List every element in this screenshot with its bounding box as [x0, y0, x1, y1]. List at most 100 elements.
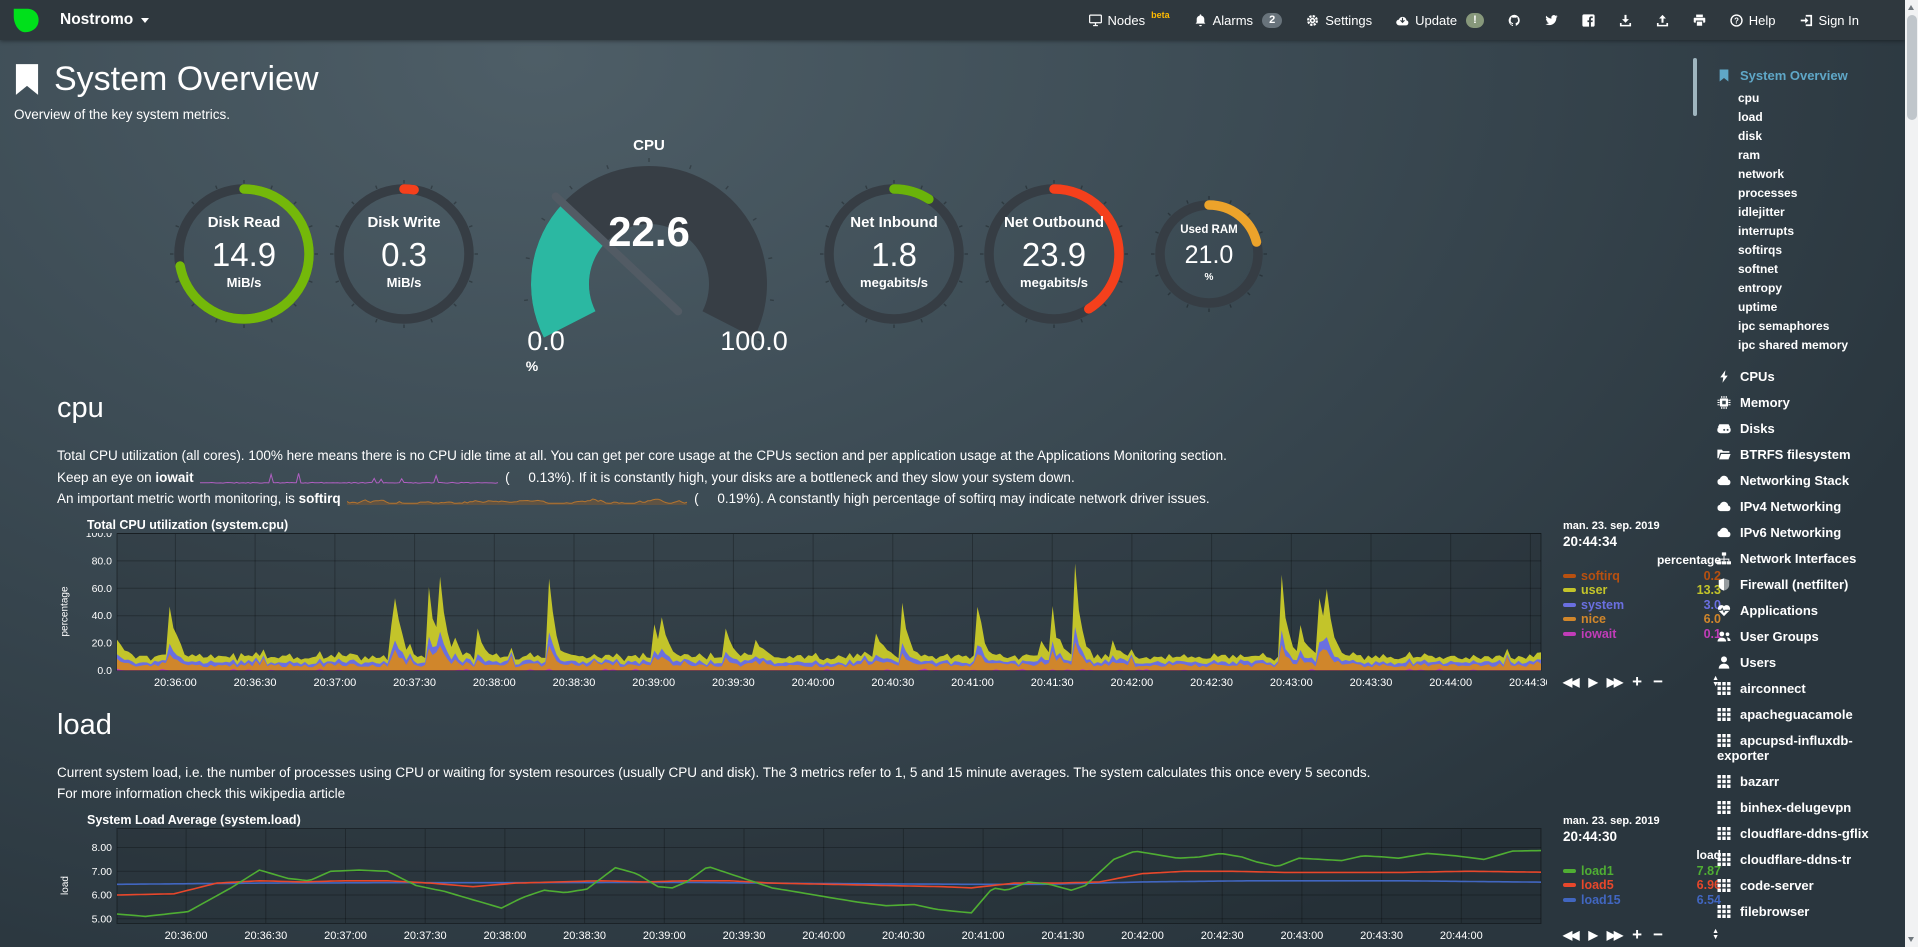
- navbar-item-twitter[interactable]: [1545, 14, 1558, 27]
- scrollbar-thumb[interactable]: [1907, 15, 1917, 120]
- scrollbar-up-arrow-icon[interactable]: [1908, 5, 1914, 10]
- svg-text:20:42:30: 20:42:30: [1190, 677, 1233, 689]
- sidebar-subitem-cpu[interactable]: cpu: [1693, 88, 1905, 107]
- load-chart-plot-area[interactable]: 20:36:0020:36:3020:37:0020:37:3020:38:00…: [73, 828, 1547, 944]
- gauge-used-ram[interactable]: Used RAM 21.0 %: [1134, 195, 1284, 313]
- cloud-icon: [1717, 473, 1731, 488]
- sidebar-subitem-network[interactable]: network: [1693, 164, 1905, 183]
- zoom-in-button[interactable]: +: [1632, 676, 1642, 688]
- sidebar-item-firewall-netfilter[interactable]: Firewall (netfilter): [1693, 571, 1905, 597]
- hostname-dropdown[interactable]: Nostromo: [60, 11, 149, 29]
- sidebar-item-system-overview[interactable]: System Overview: [1693, 62, 1905, 88]
- sidebar-subitem-softirqs[interactable]: softirqs: [1693, 240, 1905, 259]
- svg-text:100.0: 100.0: [720, 326, 788, 356]
- sidebar-item-ipv6-networking[interactable]: IPv6 Networking: [1693, 519, 1905, 545]
- sidebar-subitem-processes[interactable]: processes: [1693, 183, 1905, 202]
- sidebar-item-label: IPv6 Networking: [1740, 525, 1841, 540]
- svg-text:MiB/s: MiB/s: [387, 275, 422, 290]
- sidebar-item-filebrowser[interactable]: filebrowser: [1693, 898, 1905, 924]
- pan-backward-button[interactable]: ◀◀: [1563, 928, 1577, 942]
- sidebar-item-label: Firewall (netfilter): [1740, 577, 1848, 592]
- pan-backward-button[interactable]: ◀◀: [1563, 675, 1577, 689]
- sidebar-item-bazarr[interactable]: bazarr: [1693, 768, 1905, 794]
- page-scrollbar[interactable]: [1905, 0, 1918, 947]
- navbar-item-import-snapshot[interactable]: [1656, 14, 1669, 27]
- sidebar-item-network-interfaces[interactable]: Network Interfaces: [1693, 545, 1905, 571]
- sidebar-item-networking-stack[interactable]: Networking Stack: [1693, 467, 1905, 493]
- play-button[interactable]: ▶: [1588, 928, 1595, 942]
- navbar-item-sign-in[interactable]: Sign In: [1800, 13, 1859, 28]
- gauge-disk-write[interactable]: Disk Write 0.3 MiB/s: [324, 179, 484, 329]
- sidebar-item-airconnect[interactable]: airconnect: [1693, 675, 1905, 701]
- gauge-net-outbound[interactable]: Net Outbound 23.9 megabits/s: [974, 179, 1134, 329]
- grid-icon: [1717, 852, 1731, 867]
- navbar-item-help[interactable]: ?Help: [1730, 13, 1776, 28]
- svg-text:20:36:30: 20:36:30: [244, 930, 287, 942]
- svg-text:20:44:00: 20:44:00: [1429, 677, 1472, 689]
- page-title: System Overview: [14, 60, 1692, 99]
- gauge-disk-read[interactable]: Disk Read 14.9 MiB/s: [164, 179, 324, 329]
- sidebar-item-code-server[interactable]: code-server: [1693, 872, 1905, 898]
- sidebar-item-users[interactable]: Users: [1693, 649, 1905, 675]
- gauge-net-inbound[interactable]: Net Inbound 1.8 megabits/s: [814, 179, 974, 329]
- sidebar-subitem-disk[interactable]: disk: [1693, 126, 1905, 145]
- svg-text:%: %: [1205, 272, 1214, 283]
- sidebar-item-applications[interactable]: Applications: [1693, 597, 1905, 623]
- sidebar-item-label: apacheguacamole: [1740, 707, 1853, 722]
- sidebar-item-disks[interactable]: Disks: [1693, 415, 1905, 441]
- wikipedia-article-link[interactable]: wikipedia article: [250, 786, 345, 801]
- sidebar-subitem-ipc-shared-memory[interactable]: ipc shared memory: [1693, 335, 1905, 354]
- sidebar-item-btrfs-filesystem[interactable]: BTRFS filesystem: [1693, 441, 1905, 467]
- sidebar-item-memory[interactable]: Memory: [1693, 389, 1905, 415]
- sidebar-item-apcupsd-influxdb-exporter[interactable]: apcupsd-influxdb-exporter: [1693, 727, 1905, 768]
- zoom-out-button[interactable]: −: [1653, 676, 1663, 688]
- sidebar-subitem-idlejitter[interactable]: idlejitter: [1693, 202, 1905, 221]
- navbar-item-print[interactable]: [1693, 14, 1706, 27]
- navbar-item-alarms[interactable]: Alarms2: [1194, 13, 1283, 28]
- sidebar-item-cloudflare-ddns-tr[interactable]: cloudflare-ddns-tr: [1693, 846, 1905, 872]
- svg-text:20:41:30: 20:41:30: [1041, 930, 1084, 942]
- scrollbar-down-arrow-icon[interactable]: [1908, 937, 1914, 942]
- navbar-item-facebook[interactable]: [1582, 14, 1595, 27]
- gauge-cpu[interactable]: CPU 22.6 0.0 100.0 %: [484, 134, 814, 374]
- navbar-menu: Nodesbeta Alarms2 Settings Update! ?Help Sign…: [1089, 13, 1859, 28]
- legend-swatch-load1: [1563, 869, 1576, 873]
- pan-forward-button[interactable]: ▶▶: [1607, 675, 1621, 689]
- sidebar-item-apacheguacamole[interactable]: apacheguacamole: [1693, 701, 1905, 727]
- sidebar-item-user-groups[interactable]: User Groups: [1693, 623, 1905, 649]
- svg-text:Net Inbound: Net Inbound: [850, 214, 937, 231]
- zoom-out-button[interactable]: −: [1653, 929, 1663, 941]
- navbar-item-label: Settings: [1325, 13, 1372, 28]
- navbar-item-update[interactable]: Update!: [1396, 13, 1484, 28]
- cpu-chart-axis-unit: percentage: [57, 533, 73, 691]
- svg-text:20:41:00: 20:41:00: [951, 677, 994, 689]
- sidebar-subitem-entropy[interactable]: entropy: [1693, 278, 1905, 297]
- sitemap-icon: [1717, 551, 1731, 566]
- svg-text:20:36:00: 20:36:00: [165, 930, 208, 942]
- sidebar-subitem-uptime[interactable]: uptime: [1693, 297, 1905, 316]
- navbar-item-github[interactable]: [1508, 14, 1521, 27]
- sidebar-item-cpus[interactable]: CPUs: [1693, 363, 1905, 389]
- sidebar-subitem-load[interactable]: load: [1693, 107, 1905, 126]
- sidebar-subitem-softnet[interactable]: softnet: [1693, 259, 1905, 278]
- cpu-utilization-chart[interactable]: Total CPU utilization (system.cpu) perce…: [57, 518, 1723, 691]
- load-average-chart[interactable]: System Load Average (system.load) load 2…: [57, 813, 1723, 944]
- legend-swatch-nice: [1563, 617, 1576, 621]
- sidebar-subitem-ipc-semaphores[interactable]: ipc semaphores: [1693, 316, 1905, 335]
- navbar-item-settings[interactable]: Settings: [1306, 13, 1372, 28]
- pan-forward-button[interactable]: ▶▶: [1607, 928, 1621, 942]
- heartbeat-icon: [1717, 603, 1731, 618]
- netdata-logo[interactable]: [10, 5, 40, 35]
- sidebar-subitem-ram[interactable]: ram: [1693, 145, 1905, 164]
- svg-text:20:41:30: 20:41:30: [1031, 677, 1074, 689]
- play-button[interactable]: ▶: [1588, 675, 1595, 689]
- svg-text:megabits/s: megabits/s: [860, 275, 928, 290]
- cpu-chart-plot-area[interactable]: 20:36:0020:36:3020:37:0020:37:3020:38:00…: [73, 533, 1547, 691]
- zoom-in-button[interactable]: +: [1632, 929, 1642, 941]
- sidebar-item-binhex-delugevpn[interactable]: binhex-delugevpn: [1693, 794, 1905, 820]
- sidebar-item-ipv4-networking[interactable]: IPv4 Networking: [1693, 493, 1905, 519]
- sidebar-subitem-interrupts[interactable]: interrupts: [1693, 221, 1905, 240]
- navbar-item-export-snapshot[interactable]: [1619, 14, 1632, 27]
- navbar-item-nodes[interactable]: Nodesbeta: [1089, 13, 1170, 28]
- sidebar-item-cloudflare-ddns-gflix[interactable]: cloudflare-ddns-gflix: [1693, 820, 1905, 846]
